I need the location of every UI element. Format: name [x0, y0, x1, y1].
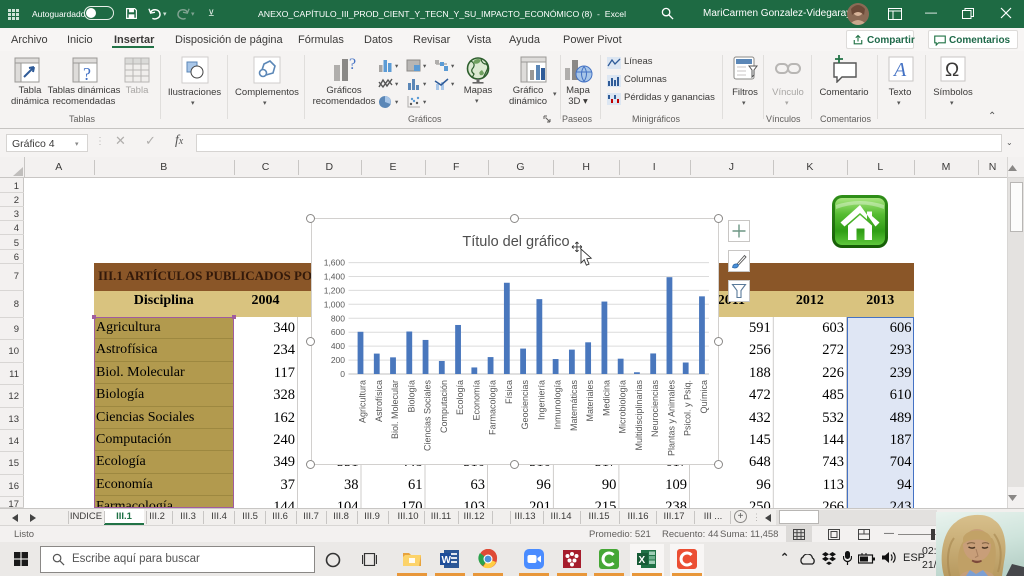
- svg-text:Biología: Biología: [406, 380, 416, 413]
- svg-text:Física: Física: [503, 380, 513, 404]
- svg-text:Agricultura: Agricultura: [357, 380, 367, 423]
- svg-text:Química: Química: [698, 380, 708, 414]
- svg-text:1,400: 1,400: [323, 272, 345, 282]
- svg-text:Inmunología: Inmunología: [552, 380, 562, 430]
- svg-text:1,000: 1,000: [323, 299, 345, 309]
- svg-text:600: 600: [330, 327, 344, 337]
- svg-text:1,200: 1,200: [323, 285, 345, 295]
- svg-text:Medicina: Medicina: [601, 380, 611, 416]
- svg-text:1,600: 1,600: [323, 258, 345, 268]
- svg-text:Ω: Ω: [945, 60, 959, 81]
- svg-text:Biol. Molecular: Biol. Molecular: [390, 380, 400, 439]
- svg-text:?: ?: [349, 56, 356, 73]
- svg-text:Neurociencias: Neurociencias: [650, 380, 660, 438]
- svg-text:Ciencias Sociales: Ciencias Sociales: [422, 380, 432, 452]
- svg-text:Multidisciplinarias: Multidisciplinarias: [633, 380, 643, 451]
- svg-text:Psicol. y Psiq.: Psicol. y Psiq.: [682, 380, 692, 436]
- svg-text:A: A: [892, 59, 907, 81]
- svg-text:Ecología: Ecología: [455, 380, 465, 415]
- svg-text:800: 800: [330, 313, 344, 323]
- svg-text:Microbiología: Microbiología: [617, 380, 627, 434]
- svg-text:Economía: Economía: [471, 380, 481, 421]
- svg-text:Plantas y Animales: Plantas y Animales: [666, 380, 676, 457]
- svg-text:Farmacología: Farmacología: [487, 380, 497, 435]
- svg-text:Astrofísica: Astrofísica: [373, 380, 383, 422]
- svg-text:Matemáticas: Matemáticas: [568, 380, 578, 432]
- svg-text:400: 400: [330, 341, 344, 351]
- svg-text:Computación: Computación: [438, 380, 448, 433]
- svg-text:X: X: [639, 555, 646, 566]
- svg-text:Título del gráfico: Título del gráfico: [462, 234, 569, 250]
- svg-text:?: ?: [83, 64, 91, 83]
- svg-text:0: 0: [340, 369, 345, 379]
- svg-text:Materiales: Materiales: [585, 380, 595, 422]
- svg-text:Geociencias: Geociencias: [520, 380, 530, 430]
- svg-text:W: W: [442, 555, 452, 566]
- svg-text:200: 200: [330, 355, 344, 365]
- svg-text:Ingeniería: Ingeniería: [536, 380, 546, 420]
